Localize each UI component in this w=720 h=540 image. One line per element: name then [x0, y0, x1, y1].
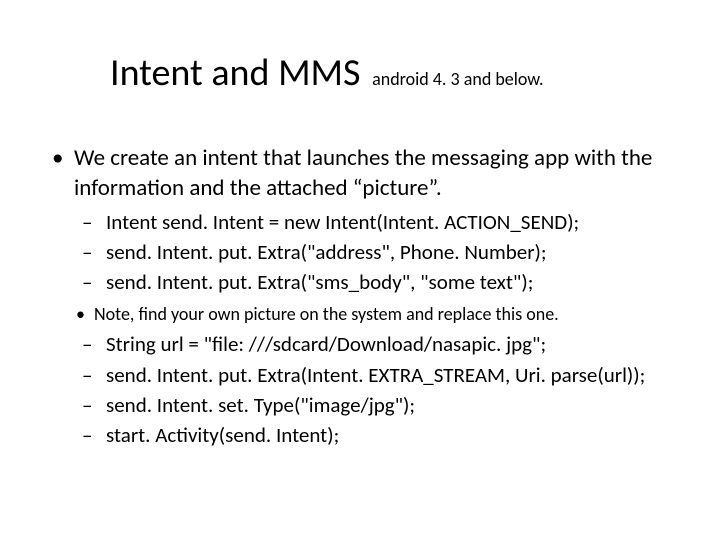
- bullet-list-2b: String url = "file: ///sdcard/Download/n…: [74, 330, 680, 449]
- b2-item: String url = "file: ///sdcard/Download/n…: [106, 330, 680, 358]
- b2-text: send. Intent. put. Extra("sms_body", "so…: [106, 269, 533, 295]
- b2-text: send. Intent. put. Extra(Intent. EXTRA_S…: [106, 362, 645, 388]
- b3-item: Note, find your own picture on the syste…: [94, 303, 680, 326]
- title-main: Intent and MMS: [110, 50, 361, 96]
- bullet-list-3: Note, find your own picture on the syste…: [74, 303, 680, 326]
- b2-item: send. Intent. set. Type("image/jpg");: [106, 391, 680, 419]
- title-sub: android 4. 3 and below.: [372, 68, 543, 90]
- b2-item: start. Activity(send. Intent);: [106, 421, 680, 449]
- b2-text: send. Intent. set. Type("image/jpg");: [106, 392, 415, 418]
- b2-text: send. Intent. put. Extra("address", Phon…: [106, 239, 547, 265]
- b2-item: send. Intent. put. Extra("sms_body", "so…: [106, 268, 680, 296]
- b2-text: String url = "file: ///sdcard/Download/n…: [106, 331, 546, 357]
- b1-item: We create an intent that launches the me…: [74, 144, 680, 450]
- bullet-list-1: We create an intent that launches the me…: [40, 144, 680, 450]
- b2-text: Intent send. Intent = new Intent(Intent.…: [106, 209, 579, 235]
- slide-title: Intent and MMS android 4. 3 and below.: [110, 50, 680, 96]
- b3-text: Note, find your own picture on the syste…: [94, 303, 559, 325]
- b1-text: We create an intent that launches the me…: [74, 144, 652, 202]
- b2-item: Intent send. Intent = new Intent(Intent.…: [106, 208, 680, 236]
- b2-item: send. Intent. put. Extra(Intent. EXTRA_S…: [106, 361, 680, 389]
- b2-text: start. Activity(send. Intent);: [106, 422, 339, 448]
- b2-item: send. Intent. put. Extra("address", Phon…: [106, 238, 680, 266]
- bullet-list-2a: Intent send. Intent = new Intent(Intent.…: [74, 208, 680, 297]
